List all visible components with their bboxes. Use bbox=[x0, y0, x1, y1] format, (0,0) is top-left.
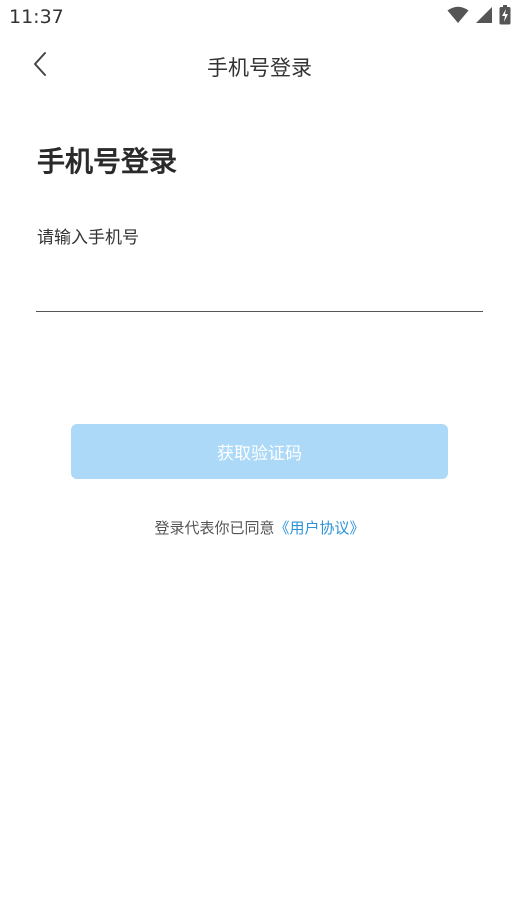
signal-icon bbox=[475, 6, 493, 28]
agreement-prefix: 登录代表你已同意 bbox=[154, 519, 275, 537]
status-icons bbox=[447, 5, 511, 29]
nav-bar: 手机号登录 bbox=[0, 40, 519, 92]
status-time: 11:37 bbox=[9, 6, 64, 28]
phone-input-label: 请输入手机号 bbox=[37, 228, 139, 248]
get-verification-code-button[interactable]: 获取验证码 bbox=[71, 424, 448, 479]
battery-charging-icon bbox=[499, 5, 511, 29]
status-bar: 11:37 bbox=[0, 0, 519, 36]
agreement-text: 登录代表你已同意《用户协议》 bbox=[0, 517, 519, 538]
page-heading: 手机号登录 bbox=[37, 145, 178, 178]
user-agreement-link[interactable]: 《用户协议》 bbox=[275, 519, 365, 537]
phone-input[interactable] bbox=[36, 268, 483, 312]
nav-title: 手机号登录 bbox=[207, 56, 312, 80]
wifi-icon bbox=[447, 6, 469, 28]
